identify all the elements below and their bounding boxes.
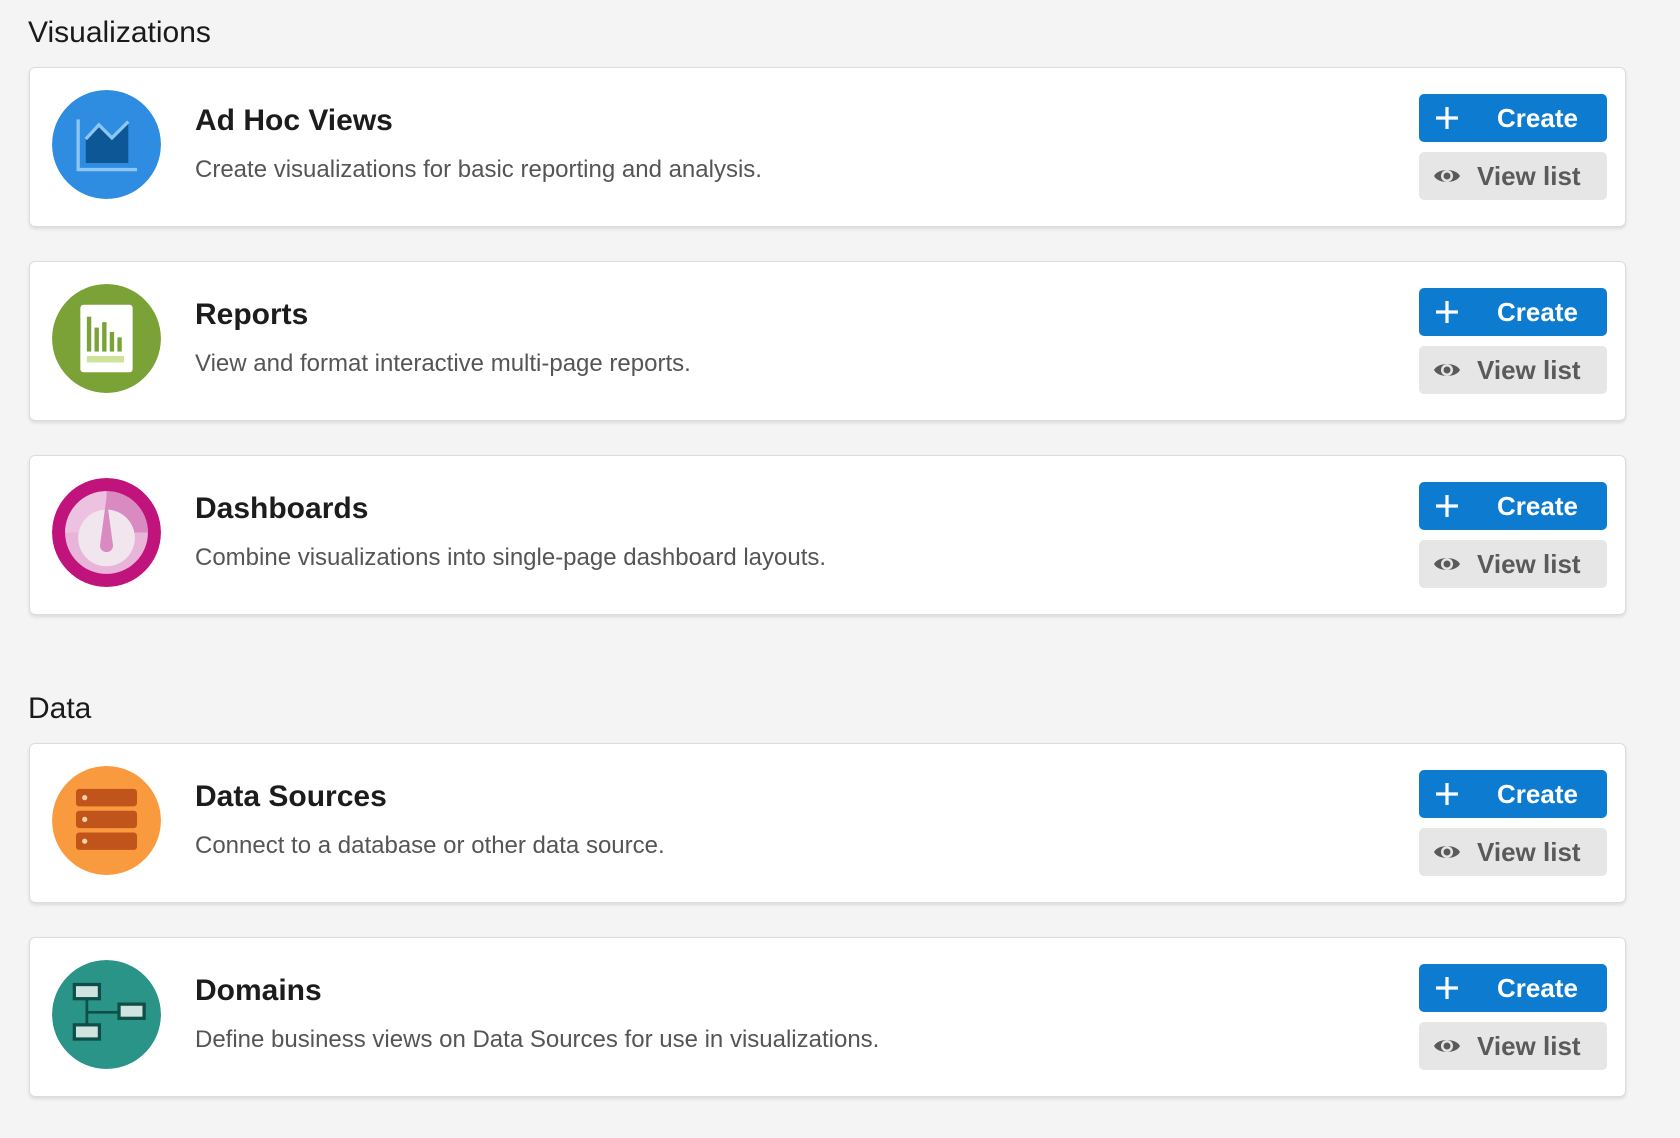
section-title-visualizations: Visualizations [28, 16, 211, 49]
eye-icon [1433, 356, 1461, 384]
view-list-button-label: View list [1477, 160, 1581, 191]
hierarchy-icon [52, 960, 161, 1069]
card-title: Reports [195, 298, 309, 331]
plus-icon [1433, 104, 1461, 132]
card-description: View and format interactive multi-page r… [195, 350, 691, 377]
plus-icon [1433, 974, 1461, 1002]
create-button[interactable]: Create [1419, 964, 1607, 1012]
card-data-sources: Data Sources Connect to a database or ot… [29, 743, 1626, 903]
view-list-button-label: View list [1477, 1030, 1581, 1061]
card-title: Ad Hoc Views [195, 104, 393, 137]
card-dashboards: Dashboards Combine visualizations into s… [29, 455, 1626, 615]
database-icon [52, 766, 161, 875]
view-list-button-label: View list [1477, 354, 1581, 385]
plus-icon [1433, 780, 1461, 808]
plus-icon [1433, 492, 1461, 520]
create-button-label: Create [1497, 778, 1578, 809]
bar-report-icon [52, 284, 161, 393]
card-description: Create visualizations for basic reportin… [195, 156, 762, 183]
line-chart-icon [52, 90, 161, 199]
card-title: Dashboards [195, 492, 369, 525]
view-list-button-label: View list [1477, 836, 1581, 867]
view-list-button[interactable]: View list [1419, 540, 1607, 588]
card-title: Domains [195, 974, 322, 1007]
eye-icon [1433, 550, 1461, 578]
create-button[interactable]: Create [1419, 770, 1607, 818]
create-button-label: Create [1497, 490, 1578, 521]
view-list-button-label: View list [1477, 548, 1581, 579]
create-button[interactable]: Create [1419, 482, 1607, 530]
create-button[interactable]: Create [1419, 288, 1607, 336]
eye-icon [1433, 1032, 1461, 1060]
create-button-label: Create [1497, 972, 1578, 1003]
card-description: Define business views on Data Sources fo… [195, 1026, 880, 1053]
view-list-button[interactable]: View list [1419, 828, 1607, 876]
card-title: Data Sources [195, 780, 387, 813]
create-button-label: Create [1497, 102, 1578, 133]
card-domains: Domains Define business views on Data So… [29, 937, 1626, 1097]
eye-icon [1433, 162, 1461, 190]
view-list-button[interactable]: View list [1419, 346, 1607, 394]
create-button[interactable]: Create [1419, 94, 1607, 142]
card-ad-hoc-views: Ad Hoc Views Create visualizations for b… [29, 67, 1626, 227]
plus-icon [1433, 298, 1461, 326]
card-description: Combine visualizations into single-page … [195, 544, 827, 571]
card-description: Connect to a database or other data sour… [195, 832, 665, 859]
card-reports: Reports View and format interactive mult… [29, 261, 1626, 421]
view-list-button[interactable]: View list [1419, 152, 1607, 200]
gauge-icon [52, 478, 161, 587]
section-title-data: Data [28, 692, 92, 725]
eye-icon [1433, 838, 1461, 866]
create-button-label: Create [1497, 296, 1578, 327]
view-list-button[interactable]: View list [1419, 1022, 1607, 1070]
